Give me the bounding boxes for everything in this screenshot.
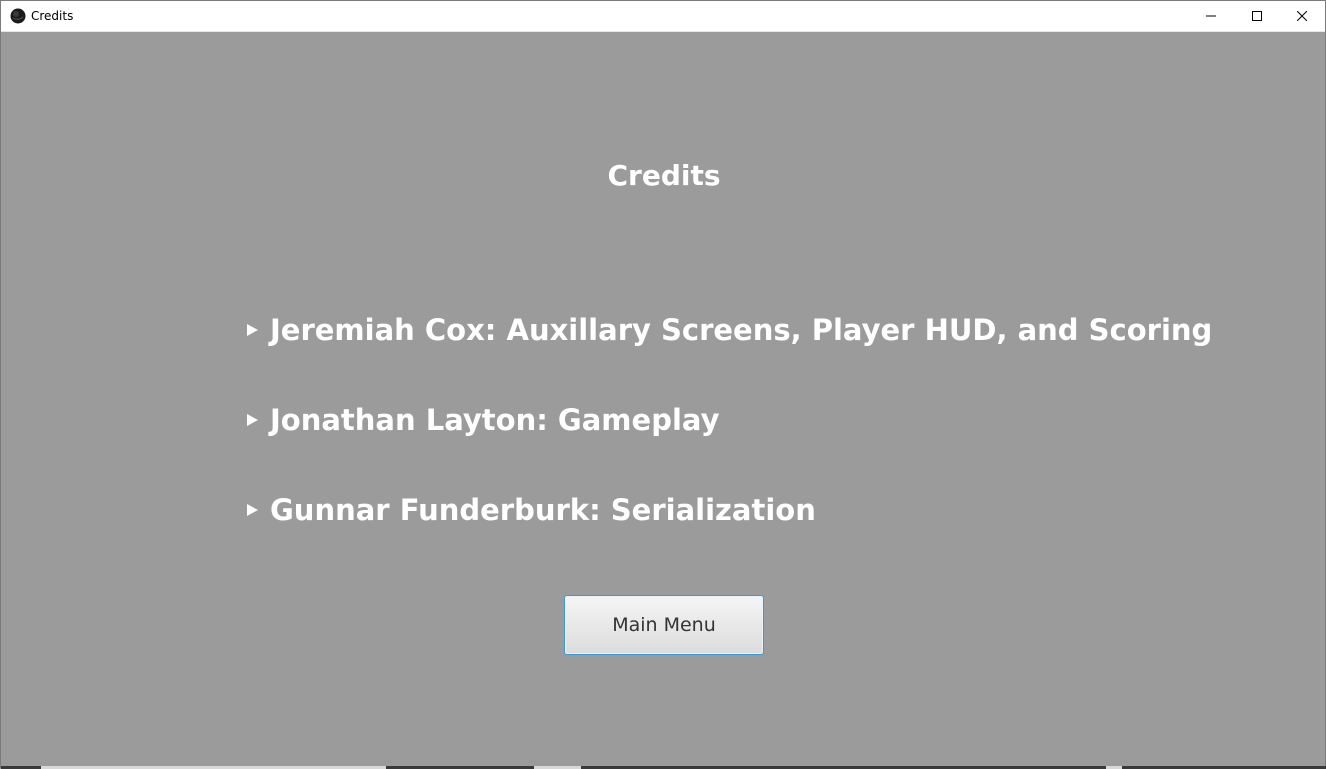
credit-item-label: Gunnar Funderburk: Serialization bbox=[270, 493, 816, 527]
credit-item-jonathan-layton[interactable]: Jonathan Layton: Gameplay bbox=[247, 400, 719, 440]
main-menu-button[interactable]: Main Menu bbox=[564, 595, 764, 655]
credit-item-gunnar-funderburk[interactable]: Gunnar Funderburk: Serialization bbox=[247, 490, 816, 530]
window-title: Credits bbox=[31, 9, 74, 23]
page-title: Credits bbox=[607, 159, 721, 192]
disclosure-arrow-icon bbox=[247, 504, 258, 516]
credits-window: Credits Credits Jeremiah Cox: Auxillary … bbox=[0, 0, 1326, 769]
disclosure-arrow-icon bbox=[247, 324, 258, 336]
disclosure-arrow-icon bbox=[247, 414, 258, 426]
app-globe-icon bbox=[10, 8, 26, 24]
credit-item-jeremiah-cox[interactable]: Jeremiah Cox: Auxillary Screens, Player … bbox=[247, 310, 1212, 350]
close-icon bbox=[1297, 11, 1307, 21]
minimize-icon bbox=[1206, 15, 1216, 17]
credit-item-label: Jeremiah Cox: Auxillary Screens, Player … bbox=[270, 313, 1213, 347]
close-button[interactable] bbox=[1279, 1, 1325, 31]
credit-item-label: Jonathan Layton: Gameplay bbox=[270, 403, 720, 437]
title-bar[interactable]: Credits bbox=[1, 1, 1325, 32]
minimize-button[interactable] bbox=[1188, 1, 1234, 31]
maximize-button[interactable] bbox=[1234, 1, 1280, 31]
maximize-icon bbox=[1252, 11, 1262, 21]
